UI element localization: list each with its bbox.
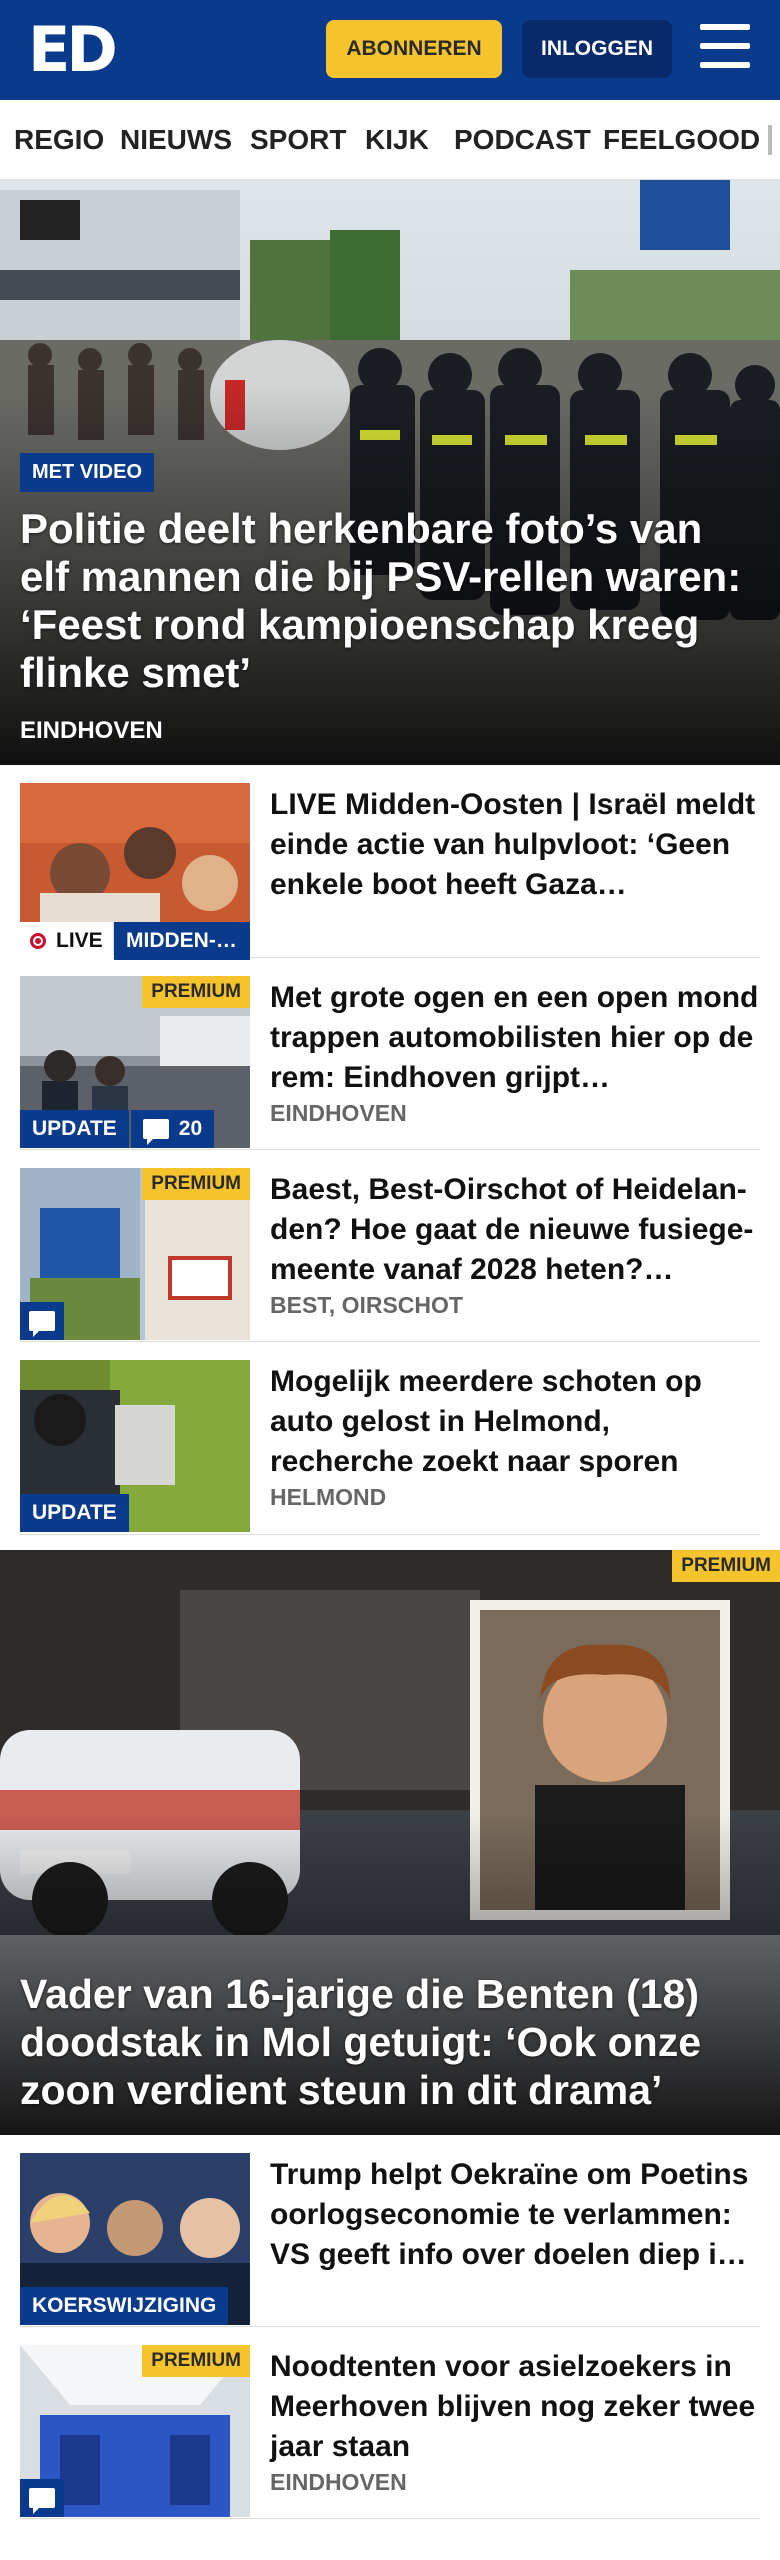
article-location: EINDHOVEN: [270, 2469, 407, 2495]
nav-item-feelgood[interactable]: FEELGOOD: [603, 124, 760, 156]
feature-article[interactable]: PREMIUM Vader van 16-jarige die Benten (…: [0, 1550, 780, 2135]
comment-icon: [29, 1311, 55, 1337]
list-item[interactable]: KOERSWIJZIGING Trump helpt Oekraïne om P…: [20, 2135, 760, 2327]
live-dot-icon: [30, 933, 46, 949]
hamburger-menu-icon[interactable]: [700, 24, 752, 70]
feature-title[interactable]: Vader van 16-jarige die Benten (18) dood…: [20, 1970, 760, 2114]
ed-logo[interactable]: ED: [28, 19, 118, 81]
section-nav: REGIO NIEUWS SPORT KIJK PODCAST FEELGOOD: [0, 100, 780, 180]
list-item[interactable]: PREMIUM Baest, Best-Oirschot of Heidelan…: [20, 1150, 760, 1342]
live-label: LIVE: [20, 922, 113, 960]
topic-badge: KOERSWIJZIGING: [20, 2287, 229, 2325]
nav-item-kijk[interactable]: KIJK: [365, 124, 429, 156]
premium-badge: PREMIUM: [142, 1168, 250, 1200]
hero-location: EINDHOVEN: [20, 717, 163, 744]
article-thumbnail: PREMIUM: [20, 1168, 250, 1340]
article-title[interactable]: LIVE Midden-Oosten | Israël meldt einde …: [270, 785, 760, 905]
nav-item-nieuws[interactable]: NIEUWS: [120, 124, 232, 156]
comment-badge[interactable]: [20, 2479, 64, 2517]
update-badge: UPDATE: [20, 1110, 129, 1148]
article-thumbnail: PREMIUM UPDATE 20: [20, 976, 250, 1148]
premium-badge: PREMIUM: [142, 2345, 250, 2377]
article-thumbnail: PREMIUM: [20, 2345, 250, 2517]
premium-badge: PREMIUM: [672, 1550, 780, 1582]
comment-badge[interactable]: [20, 1302, 64, 1340]
video-tag: MET VIDEO: [20, 453, 155, 492]
article-title[interactable]: Mogelijk meerdere schoten op auto gelost…: [270, 1362, 760, 1482]
thumb-badges: UPDATE 20: [20, 1110, 250, 1148]
article-title[interactable]: Baest, Best-Oirschot of Heidelan-den? Ho…: [270, 1170, 760, 1290]
nav-item-podcast[interactable]: PODCAST: [454, 124, 591, 156]
premium-badge: PREMIUM: [142, 976, 250, 1008]
article-thumbnail: UPDATE: [20, 1360, 250, 1532]
update-badge: UPDATE: [20, 1494, 129, 1532]
nav-item-regio[interactable]: REGIO: [14, 124, 104, 156]
topic-badge: MIDDEN-…: [114, 922, 250, 960]
hero-title[interactable]: Politie deelt herkenbare foto’s van elf …: [20, 505, 760, 697]
hero-article[interactable]: MET VIDEO Politie deelt herkenbare foto’…: [0, 180, 780, 765]
comment-icon: [29, 2488, 55, 2514]
article-title[interactable]: Trump helpt Oekraïne om Poetins oorlogse…: [270, 2155, 760, 2275]
nav-item-sport[interactable]: SPORT: [250, 124, 346, 156]
article-title[interactable]: Noodtenten voor asielzoekers in Meerhove…: [270, 2347, 760, 2467]
article-title[interactable]: Met grote ogen en een open mond trappen …: [270, 978, 760, 1098]
list-item[interactable]: PREMIUM UPDATE 20 Met grote ogen en een …: [20, 958, 760, 1150]
top-bar: ED ABONNEREN INLOGGEN: [0, 0, 780, 100]
article-location: BEST, OIRSCHOT: [270, 1292, 463, 1318]
list-item[interactable]: UPDATE Mogelijk meerdere schoten op auto…: [20, 1342, 760, 1535]
list-item[interactable]: LIVE MIDDEN-… LIVE Midden-Oosten | Israë…: [20, 765, 760, 960]
comment-count[interactable]: 20: [130, 1110, 215, 1148]
comment-icon: [142, 1119, 169, 1145]
article-thumbnail: KOERSWIJZIGING: [20, 2153, 250, 2325]
article-location: EINDHOVEN: [270, 1100, 407, 1126]
nav-scroll-hint: [768, 125, 772, 155]
login-button[interactable]: INLOGGEN: [522, 20, 672, 78]
article-location: HELMOND: [270, 1484, 387, 1510]
list-item[interactable]: PREMIUM Noodtenten voor asielzoekers in …: [20, 2327, 760, 2519]
subscribe-button[interactable]: ABONNEREN: [326, 20, 502, 78]
